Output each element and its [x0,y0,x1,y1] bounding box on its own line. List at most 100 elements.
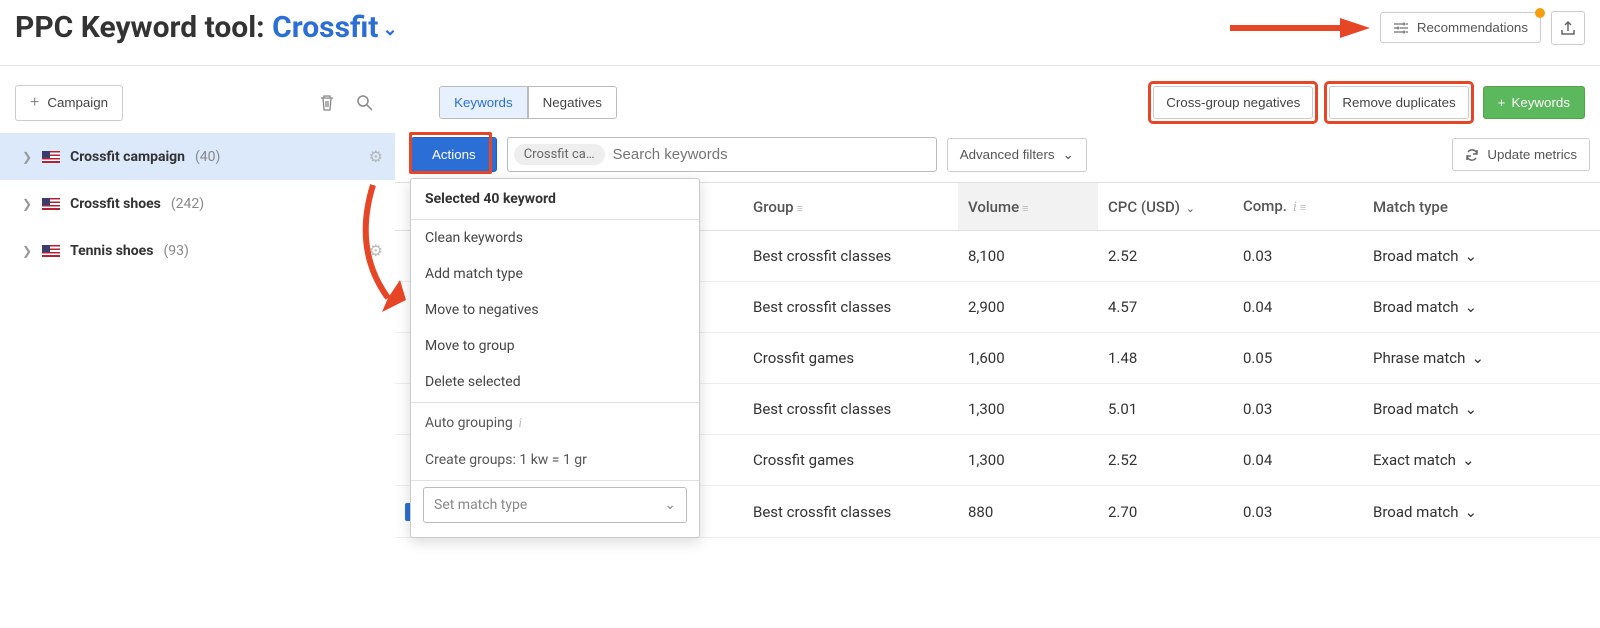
chevron-down-icon: ⌄ [1462,451,1475,469]
flag-us-icon [42,198,60,210]
chevron-down-icon: ⌄ [1465,247,1478,265]
chevron-down-icon: ⌄ [1063,147,1074,163]
chevron-right-icon: ❯ [22,150,32,164]
chevron-down-icon: ⌄ [664,497,676,513]
info-icon: i [1293,199,1297,215]
gear-icon[interactable]: ⚙ [369,147,383,166]
annotation-arrow-right [1230,16,1370,40]
page-title: PPC Keyword tool: Crossfit⌄ [15,10,398,45]
create-groups-label: Create groups: 1 kw = 1 gr [411,442,699,478]
cell-match[interactable]: Broad match ⌄ [1363,282,1600,333]
search-keywords-input[interactable] [611,142,930,167]
sliders-icon [1393,21,1409,35]
actions-button[interactable]: Actions [411,137,497,172]
campaign-count: (40) [195,149,220,165]
remove-duplicates-button[interactable]: Remove duplicates [1329,86,1468,119]
cell-comp: 0.04 [1233,435,1363,486]
toolbar-right: Cross-group negatives Remove duplicates … [1151,84,1585,121]
action-move-to-group[interactable]: Move to group [411,328,699,364]
search-keywords-input-wrap[interactable]: Crossfit ca… [507,137,937,172]
annotation-highlight: Remove duplicates [1327,84,1470,121]
project-selector[interactable]: Crossfit⌄ [272,10,397,45]
info-icon: i [518,416,522,431]
col-cpc[interactable]: CPC (USD) ⌄ [1098,183,1233,231]
col-comp[interactable]: Comp. i≡ [1233,183,1363,231]
update-metrics-label: Update metrics [1487,147,1577,162]
advanced-filters-label: Advanced filters [960,147,1055,162]
chevron-down-icon: ⌄ [1465,400,1478,418]
cell-group: Crossfit games [743,435,958,486]
chevron-down-icon: ⌄ [1465,503,1478,521]
flag-us-icon [42,151,60,163]
chevron-down-icon: ⌄ [1471,349,1484,367]
cell-cpc: 2.52 [1098,231,1233,282]
sort-icon: ≡ [1300,201,1306,214]
sidebar-item-tennis-shoes[interactable]: ❯ Tennis shoes (93) ⚙ [0,227,395,274]
cell-match[interactable]: Broad match ⌄ [1363,231,1600,282]
trash-icon [319,94,335,112]
cell-match[interactable]: Broad match ⌄ [1363,486,1600,538]
page-header: PPC Keyword tool: Crossfit⌄ Recommendati… [0,0,1600,66]
cell-cpc: 2.70 [1098,486,1233,538]
dropdown-header: Selected 40 keyword [411,179,699,220]
flag-us-icon [42,245,60,257]
campaign-name: Crossfit shoes [70,196,161,212]
annotation-highlight: Cross-group negatives [1151,84,1315,121]
filter-tag[interactable]: Crossfit ca… [514,144,605,165]
cell-match[interactable]: Broad match ⌄ [1363,384,1600,435]
campaign-name: Tennis shoes [70,243,153,259]
cell-cpc: 5.01 [1098,384,1233,435]
title-prefix: PPC Keyword tool: [15,10,265,45]
refresh-icon [1465,148,1479,162]
col-group[interactable]: Group≡ [743,183,958,231]
cell-volume: 2,900 [958,282,1098,333]
add-keywords-label: Keywords [1511,95,1570,110]
set-match-type-select[interactable]: Set match type ⌄ [423,487,687,523]
gear-icon[interactable]: ⚙ [369,241,383,260]
add-keywords-button[interactable]: + Keywords [1483,86,1585,119]
campaign-sidebar: ❯ Crossfit campaign (40) ⚙ ❯ Crossfit sh… [0,133,395,538]
cell-match[interactable]: Exact match ⌄ [1363,435,1600,486]
set-match-placeholder: Set match type [434,497,527,513]
cell-volume: 1,300 [958,384,1098,435]
notification-dot [1535,8,1545,18]
plus-icon: + [1498,95,1506,110]
toolbar: + Campaign Keywords Negatives Cross-grou… [0,66,1600,133]
chevron-right-icon: ❯ [22,244,32,258]
cell-cpc: 2.52 [1098,435,1233,486]
tab-negatives[interactable]: Negatives [528,87,616,118]
cross-group-negatives-button[interactable]: Cross-group negatives [1153,86,1313,119]
col-match-type[interactable]: Match type [1363,183,1600,231]
campaign-label: Campaign [47,95,108,110]
advanced-filters-button[interactable]: Advanced filters ⌄ [947,138,1087,172]
chevron-down-icon: ⌄ [1186,202,1195,215]
cell-group: Best crossfit classes [743,384,958,435]
action-delete-selected[interactable]: Delete selected [411,364,699,400]
cell-comp: 0.03 [1233,384,1363,435]
recommendations-button[interactable]: Recommendations [1380,12,1541,43]
search-icon-button[interactable] [351,89,379,117]
col-volume[interactable]: Volume≡ [958,183,1098,231]
tab-segment: Keywords Negatives [439,86,617,119]
chevron-down-icon: ⌄ [382,19,397,40]
cell-group: Best crossfit classes [743,486,958,538]
export-button[interactable] [1551,11,1585,45]
sidebar-item-crossfit-shoes[interactable]: ❯ Crossfit shoes (242) ⚙ [0,180,395,227]
delete-icon-button[interactable] [313,88,341,118]
cell-group: Best crossfit classes [743,282,958,333]
action-add-match-type[interactable]: Add match type [411,256,699,292]
recommendations-label: Recommendations [1417,20,1528,35]
update-metrics-button[interactable]: Update metrics [1452,138,1590,171]
tab-keywords[interactable]: Keywords [440,87,528,118]
cell-match[interactable]: Phrase match ⌄ [1363,333,1600,384]
cell-comp: 0.05 [1233,333,1363,384]
campaign-count: (93) [163,243,188,259]
main-area: ❯ Crossfit campaign (40) ⚙ ❯ Crossfit sh… [0,133,1600,538]
action-move-to-negatives[interactable]: Move to negatives [411,292,699,328]
add-campaign-button[interactable]: + Campaign [15,85,123,121]
cell-volume: 8,100 [958,231,1098,282]
cell-group: Crossfit games [743,333,958,384]
cell-volume: 1,600 [958,333,1098,384]
sidebar-item-crossfit-campaign[interactable]: ❯ Crossfit campaign (40) ⚙ [0,133,395,180]
action-clean-keywords[interactable]: Clean keywords [411,220,699,256]
